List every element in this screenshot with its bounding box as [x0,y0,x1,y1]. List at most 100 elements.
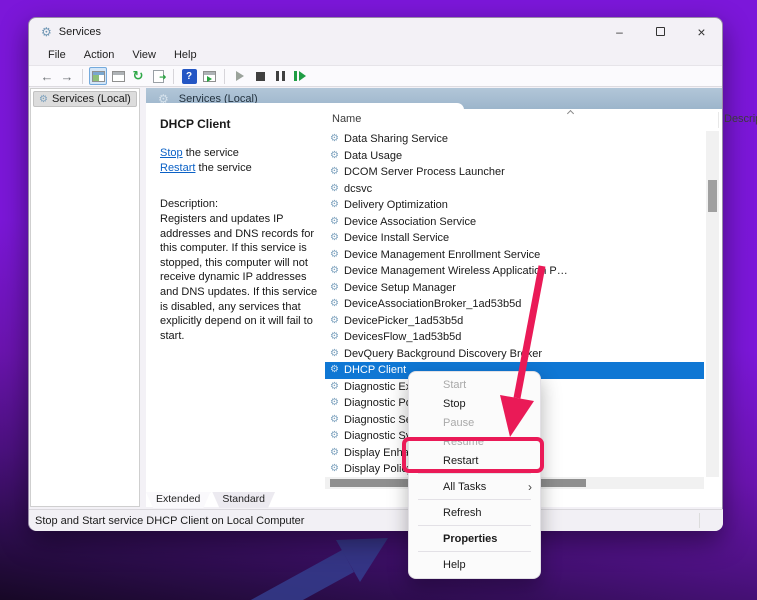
close-button[interactable]: × [681,18,722,45]
minimize-button[interactable]: – [599,18,640,45]
service-name: Device Association Service [344,216,571,228]
description-label: Description: [160,198,312,210]
service-row[interactable]: ⚙DCOM Server Process LauncherThe DCOML..… [325,164,704,181]
service-gear-icon: ⚙ [330,250,342,260]
tab-extended[interactable]: Extended [146,492,210,508]
column-header-name[interactable]: Name [332,113,361,125]
service-name: Device Management Enrollment Service [344,249,571,261]
extended-info-pane: DHCP Client Stop the service Restart the… [146,110,324,507]
service-gear-icon: ⚙ [330,415,342,425]
status-bar-text: Stop and Start service DHCP Client on Lo… [35,515,304,527]
service-name: Device Install Service [344,232,571,244]
context-menu-item-start: Start [409,375,540,394]
stop-service-rest: the service [183,147,239,159]
menu-item-label: Refresh [443,507,482,519]
vertical-scrollbar-thumb[interactable] [708,180,717,212]
toolbar: ← → ↻ ➜ ? [29,65,722,87]
service-gear-icon: ⚙ [330,398,342,408]
menu-item-label: Stop [443,398,466,410]
restart-service-icon[interactable] [291,67,309,85]
tab-standard[interactable]: Standard [212,492,275,508]
maximize-button[interactable] [640,18,681,45]
context-menu: StartStopPauseResumeRestartAll Tasks›Ref… [408,371,541,579]
start-service-icon [231,67,249,85]
service-name: DCOM Server Process Launcher [344,166,571,178]
context-menu-item-properties[interactable]: Properties [409,529,540,548]
service-gear-icon: ⚙ [330,233,342,243]
context-menu-item-refresh[interactable]: Refresh [409,503,540,522]
stop-service-line: Stop the service [160,146,312,161]
service-name: Device Management Wireless Application P… [344,265,571,277]
service-row[interactable]: ⚙Device Management Enrollment ServicePer… [325,247,704,264]
column-header-description[interactable]: Description [724,113,757,125]
service-row[interactable]: ⚙Data UsageNetwork dat...Running [325,148,704,165]
service-gear-icon: ⚙ [330,365,342,375]
service-gear-icon: ⚙ [330,382,342,392]
context-menu-item-restart[interactable]: Restart [409,451,540,470]
forward-icon[interactable]: → [58,67,76,85]
service-name: Data Usage [344,150,571,162]
context-menu-item-all-tasks[interactable]: All Tasks › [409,477,540,496]
service-row[interactable]: ⚙DeviceAssociationBroker_1ad53b5dEnables… [325,296,704,313]
view-tabs: Extended Standard [146,492,275,508]
menu-item-label: Start [443,379,466,391]
toolbar-separator [82,69,83,84]
service-row[interactable]: ⚙DevicePicker_1ad53b5dThis user ser... [325,313,704,330]
menu-separator [418,551,531,552]
menu-separator [418,473,531,474]
export-list-icon[interactable]: ➜ [149,67,167,85]
service-gear-icon: ⚙ [330,134,342,144]
context-menu-item-help[interactable]: Help [409,555,540,574]
show-console-tree-icon[interactable] [89,67,107,85]
menu-action[interactable]: Action [75,47,124,63]
menu-item-label: All Tasks [443,481,486,493]
context-menu-item-stop[interactable]: Stop [409,394,540,413]
console-tree-pane: ⚙ Services (Local) [30,88,140,507]
service-row[interactable]: ⚙Device Association ServiceEnables pairi… [325,214,704,231]
refresh-icon[interactable]: ↻ [129,67,147,85]
desktop: ⚙ Services – × File Action View Help ← → [0,0,757,600]
menu-file[interactable]: File [39,47,75,63]
title-bar[interactable]: ⚙ Services – × [29,18,722,45]
back-icon[interactable]: ← [38,67,56,85]
restart-service-link[interactable]: Restart [160,162,195,174]
pause-service-icon[interactable] [271,67,289,85]
service-name: Device Setup Manager [344,282,571,294]
submenu-arrow-icon: › [528,480,532,494]
vertical-scrollbar[interactable] [706,131,719,477]
help-icon[interactable]: ? [180,67,198,85]
status-bar: Stop and Start service DHCP Client on Lo… [29,509,723,531]
selected-service-title: DHCP Client [160,117,312,131]
service-gear-icon: ⚙ [330,184,342,194]
extended-tab-curve [146,103,464,110]
service-name: DevicePicker_1ad53b5d [344,315,571,327]
service-gear-icon: ⚙ [330,316,342,326]
service-row[interactable]: ⚙Delivery OptimizationPerforms co... [325,197,704,214]
service-gear-icon: ⚙ [330,167,342,177]
toolbar-separator [224,69,225,84]
service-row[interactable]: ⚙Device Setup ManagerEnables the ... [325,280,704,297]
stop-service-link[interactable]: Stop [160,147,183,159]
service-gear-icon: ⚙ [330,431,342,441]
properties-window-icon[interactable] [109,67,127,85]
service-gear-icon: ⚙ [330,266,342,276]
show-action-pane-icon[interactable] [200,67,218,85]
menu-bar: File Action View Help [29,45,722,65]
service-row[interactable]: ⚙Device Management Wireless Application … [325,263,704,280]
service-name: DeviceAssociationBroker_1ad53b5d [344,298,571,310]
service-row[interactable]: ⚙DevicesFlow_1ad53b5dAllows Conn... [325,329,704,346]
service-gear-icon: ⚙ [330,464,342,474]
service-row[interactable]: ⚙DevQuery Background Discovery BrokerEna… [325,346,704,363]
service-row[interactable]: ⚙dcsvcDeclared Co... [325,181,704,198]
tree-item-services-local[interactable]: ⚙ Services (Local) [33,91,137,107]
service-row[interactable]: ⚙Device Install ServiceEnables a co...Ru… [325,230,704,247]
service-row[interactable]: ⚙Data Sharing ServiceProvides dat...Runn… [325,131,704,148]
stop-service-icon[interactable] [251,67,269,85]
menu-view[interactable]: View [123,47,165,63]
service-gear-icon: ⚙ [330,200,342,210]
status-bar-divider [699,513,700,528]
service-name: Data Sharing Service [344,133,571,145]
window-title: Services [59,26,101,38]
menu-help[interactable]: Help [165,47,206,63]
column-divider[interactable] [718,112,719,128]
